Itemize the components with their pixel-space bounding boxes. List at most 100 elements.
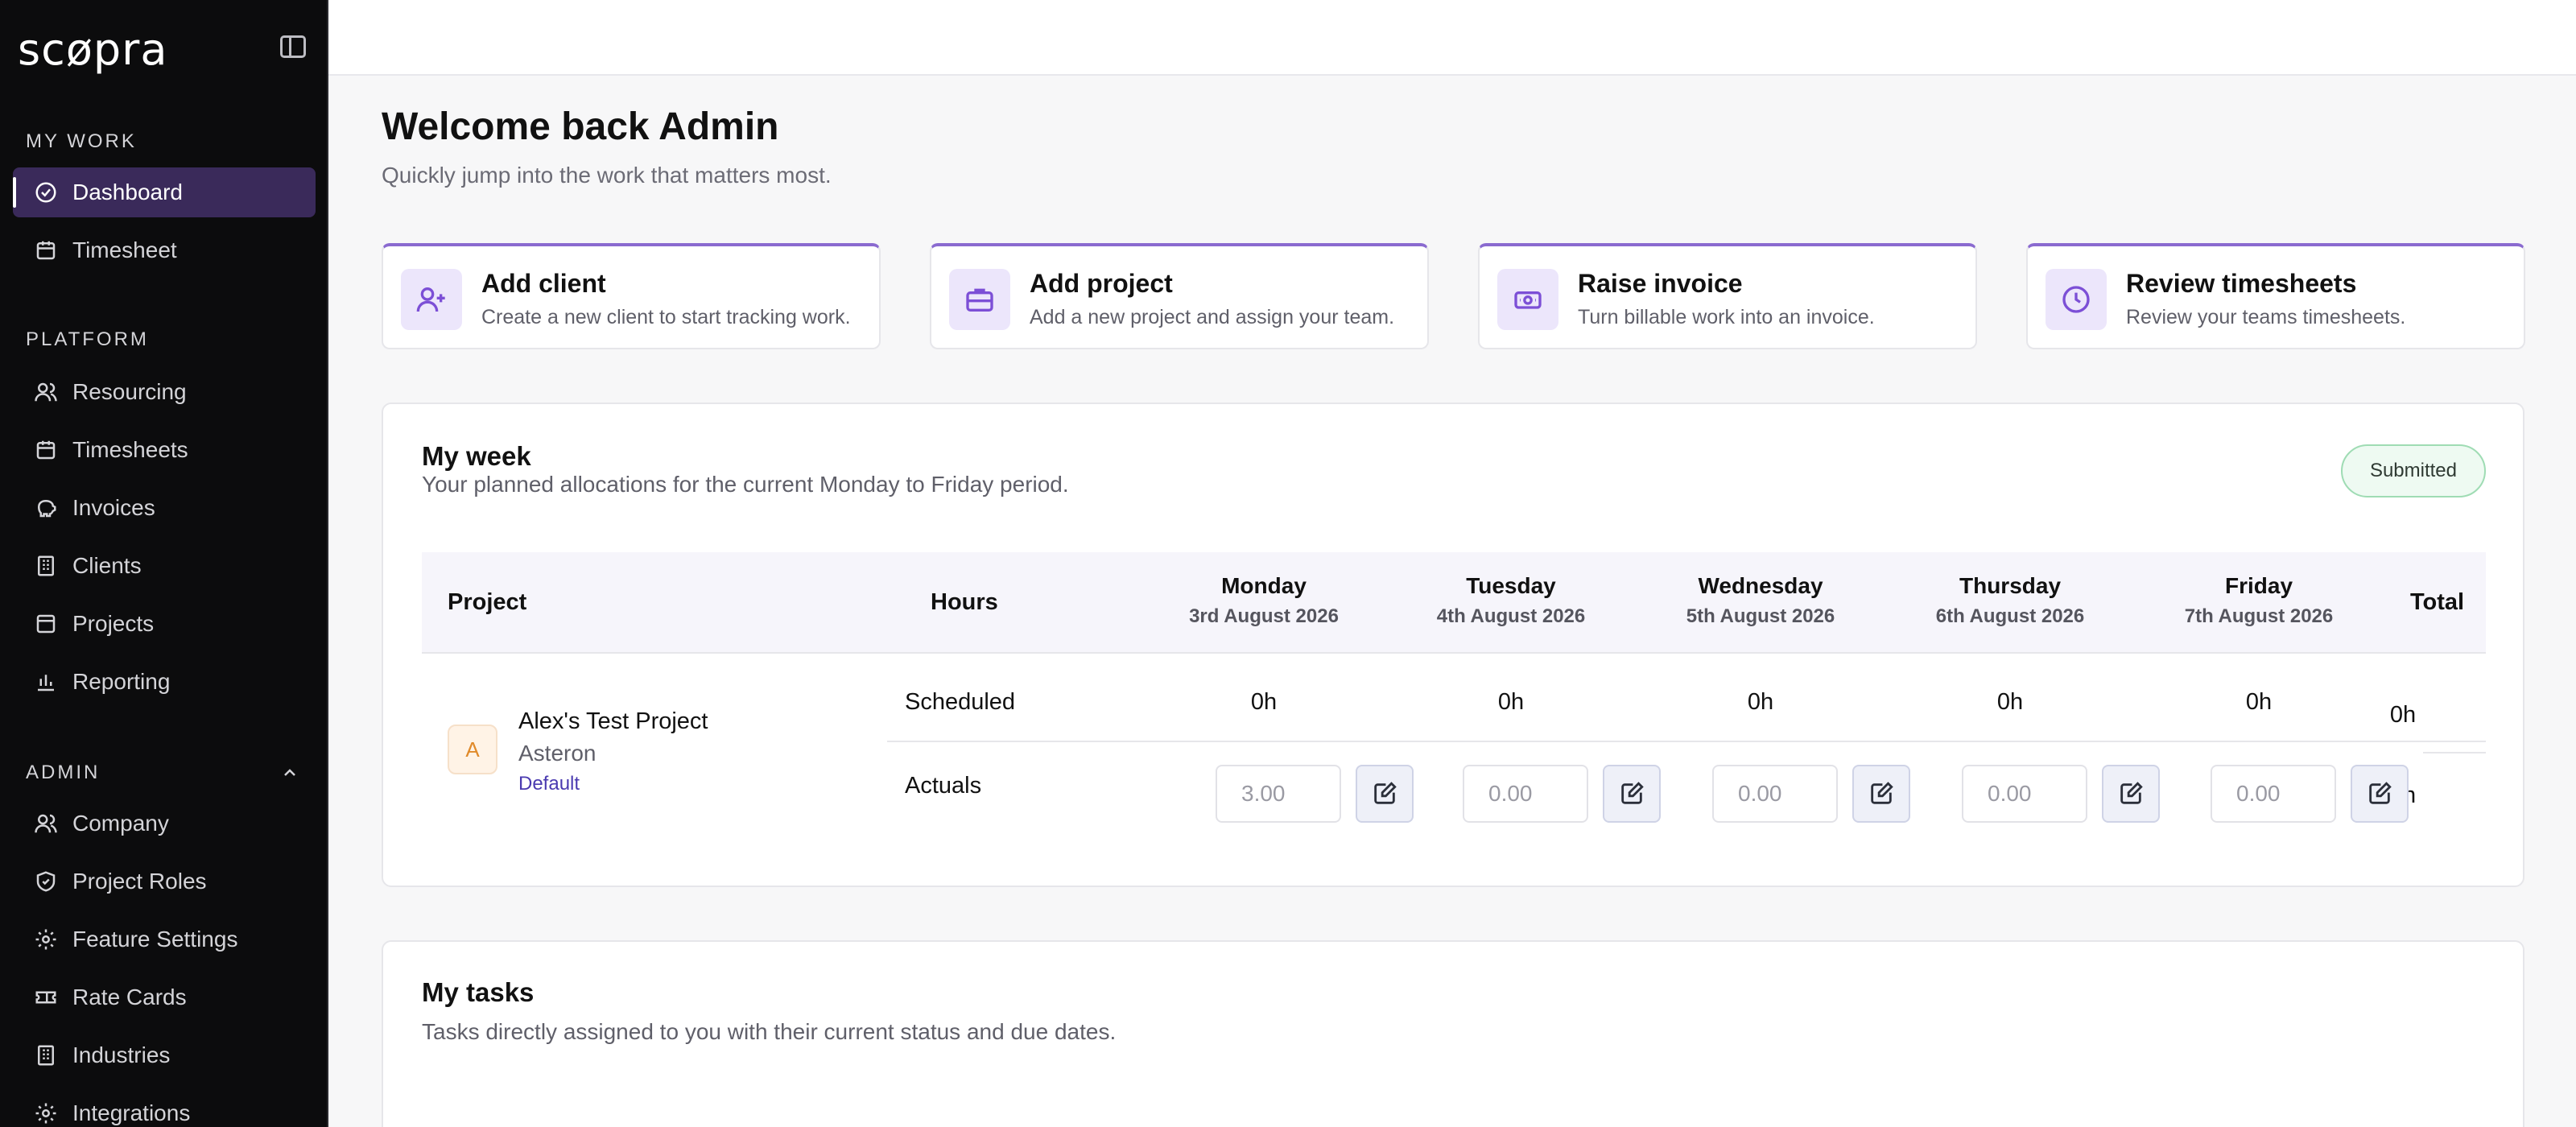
sidebar-item-label: Feature Settings [72, 927, 238, 952]
sidebar-item-industries[interactable]: Industries [13, 1030, 316, 1080]
status-badge: Submitted [2340, 444, 2486, 497]
briefcase-icon [949, 269, 1010, 330]
table-header: Project Hours Monday 3rd August 2026 Tue… [422, 552, 2486, 654]
sidebar-item-integrations[interactable]: Integrations [13, 1088, 316, 1127]
scheduled-total: 0h [2389, 702, 2417, 728]
sidebar-item-timesheets[interactable]: Timesheets [13, 425, 316, 475]
action-title: Review timesheets [2126, 269, 2357, 298]
day-date: 6th August 2026 [1935, 605, 2085, 627]
chevron-up-icon[interactable] [280, 763, 299, 782]
add-project-card[interactable]: Add project Add a new project and assign… [930, 243, 1429, 349]
sidebar-item-resourcing[interactable]: Resourcing [13, 367, 316, 417]
review-timesheets-card[interactable]: Review timesheets Review your teams time… [2026, 243, 2525, 349]
sidebar-item-timesheet[interactable]: Timesheet [13, 225, 316, 275]
project-client: Asteron [518, 741, 597, 766]
page-title: Welcome back Admin [382, 105, 779, 148]
actuals-label: Actuals [905, 773, 982, 799]
section-label-platform: PLATFORM [26, 328, 149, 350]
edit-entry-button-tuesday[interactable] [1603, 765, 1661, 823]
edit-note-icon [1374, 782, 1397, 804]
sidebar-item-reporting[interactable]: Reporting [13, 657, 316, 707]
sidebar-item-label: Timesheet [72, 237, 177, 262]
actuals-input-wednesday[interactable]: 0.00 [1712, 765, 1838, 823]
scheduled-label: Scheduled [905, 689, 1016, 715]
folder-icon [34, 612, 58, 636]
sidebar-item-label: Clients [72, 553, 142, 578]
piggy-bank-icon [34, 496, 58, 520]
action-desc: Create a new client to start tracking wo… [481, 306, 851, 328]
sidebar-item-dashboard[interactable]: Dashboard [13, 167, 316, 217]
action-title: Add client [481, 269, 606, 298]
day-name: Tuesday [1466, 573, 1556, 598]
clock-icon [2046, 269, 2107, 330]
sidebar: scøpra MY WORK Dashboard Timesheet PLATF… [0, 0, 328, 1127]
building-icon [34, 1043, 58, 1067]
sidebar-item-label: Resourcing [72, 379, 187, 404]
sidebar-item-project-roles[interactable]: Project Roles [13, 857, 316, 906]
scheduled-tuesday: 0h [1497, 689, 1525, 715]
user-plus-icon [401, 269, 462, 330]
sidebar-item-label: Company [72, 811, 169, 836]
action-title: Raise invoice [1578, 269, 1743, 298]
scheduled-friday: 0h [2245, 689, 2273, 715]
banknote-icon [1497, 269, 1558, 330]
sidebar-item-label: Integrations [72, 1100, 191, 1125]
actuals-input-monday[interactable]: 3.00 [1216, 765, 1341, 823]
edit-entry-button-friday[interactable] [2351, 765, 2409, 823]
sidebar-item-label: Industries [72, 1042, 171, 1067]
actuals-input-thursday[interactable]: 0.00 [1962, 765, 2087, 823]
sidebar-item-rate-cards[interactable]: Rate Cards [13, 972, 316, 1022]
day-name: Wednesday [1698, 573, 1823, 598]
actuals-input-tuesday[interactable]: 0.00 [1463, 765, 1588, 823]
sidebar-item-invoices[interactable]: Invoices [13, 483, 316, 533]
edit-note-icon [1871, 782, 1893, 804]
sidebar-toggle-icon[interactable] [280, 35, 306, 58]
action-desc: Add a new project and assign your team. [1030, 306, 1395, 328]
day-name: Thursday [1959, 573, 2062, 598]
sidebar-item-company[interactable]: Company [13, 799, 316, 848]
edit-entry-button-wednesday[interactable] [1852, 765, 1910, 823]
my-tasks-panel: My tasks Tasks directly assigned to you … [382, 940, 2524, 1127]
users-icon [34, 811, 58, 836]
col-hours: Hours [931, 589, 998, 615]
sidebar-item-feature-settings[interactable]: Feature Settings [13, 914, 316, 964]
day-date: 3rd August 2026 [1189, 605, 1339, 627]
raise-invoice-card[interactable]: Raise invoice Turn billable work into an… [1478, 243, 1977, 349]
col-total: Total [2410, 589, 2465, 615]
my-week-subtitle: Your planned allocations for the current… [422, 472, 1069, 497]
ticket-icon [34, 985, 58, 1009]
shield-icon [34, 869, 58, 894]
project-name[interactable]: Alex's Test Project [518, 708, 708, 735]
day-date: 4th August 2026 [1436, 605, 1586, 627]
edit-note-icon [2120, 782, 2143, 804]
col-friday: Friday 7th August 2026 [2146, 573, 2372, 628]
sidebar-item-projects[interactable]: Projects [13, 599, 316, 649]
app-logo[interactable]: scøpra [18, 24, 167, 75]
actuals-input-friday[interactable]: 0.00 [2211, 765, 2336, 823]
sidebar-item-label: Timesheets [72, 437, 188, 462]
users-icon [34, 380, 58, 404]
sidebar-item-label: Rate Cards [72, 985, 187, 1009]
col-thursday: Thursday 6th August 2026 [1897, 573, 2123, 628]
day-name: Monday [1221, 573, 1307, 598]
sidebar-item-label: Invoices [72, 495, 155, 520]
sidebar-item-label: Projects [72, 611, 155, 636]
edit-note-icon [1621, 782, 1644, 804]
edit-entry-button-monday[interactable] [1356, 765, 1414, 823]
calendar-icon [34, 438, 58, 462]
scheduled-wednesday: 0h [1747, 689, 1774, 715]
total-divider [2423, 752, 2486, 753]
my-week-title: My week [422, 441, 531, 471]
action-desc: Turn billable work into an invoice. [1578, 306, 1875, 328]
page-subtitle: Quickly jump into the work that matters … [382, 163, 832, 188]
action-title: Add project [1030, 269, 1173, 298]
sidebar-item-clients[interactable]: Clients [13, 541, 316, 591]
my-tasks-title: My tasks [422, 977, 535, 1007]
add-client-card[interactable]: Add client Create a new client to start … [382, 243, 881, 349]
col-tuesday: Tuesday 4th August 2026 [1398, 573, 1624, 628]
building-icon [34, 554, 58, 578]
col-project: Project [448, 589, 527, 615]
day-date: 7th August 2026 [2184, 605, 2334, 627]
col-wednesday: Wednesday 5th August 2026 [1648, 573, 1873, 628]
edit-entry-button-thursday[interactable] [2102, 765, 2160, 823]
